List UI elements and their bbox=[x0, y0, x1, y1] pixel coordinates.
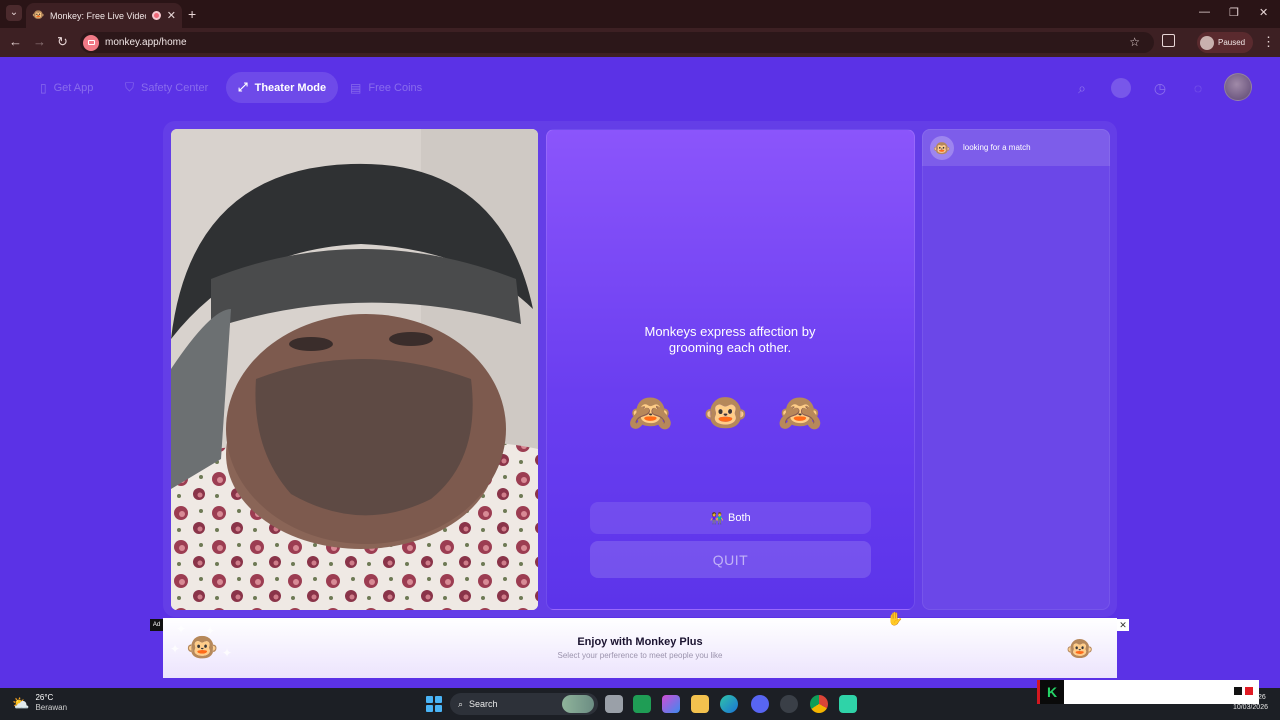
clock-time: 26 bbox=[1258, 694, 1266, 701]
task-view-icon[interactable] bbox=[605, 695, 623, 713]
nav-safety-center[interactable]: ⛉ Safety Center bbox=[113, 72, 220, 103]
tab-search-menu-icon[interactable]: ⌄ bbox=[6, 5, 22, 21]
nav-free-coins[interactable]: ▤ Free Coins bbox=[338, 72, 434, 103]
excel-icon[interactable] bbox=[633, 695, 651, 713]
nav-label: Get App bbox=[53, 81, 94, 94]
nav-label: Theater Mode bbox=[254, 81, 327, 94]
history-icon[interactable]: ◷ bbox=[1150, 78, 1170, 98]
search-highlight-image bbox=[562, 695, 594, 713]
chrome-icon[interactable] bbox=[810, 695, 828, 713]
gender-filter-button[interactable]: 👫 Both bbox=[590, 502, 871, 534]
kebab-menu-icon[interactable]: ⋮ bbox=[1262, 34, 1275, 50]
clock-date[interactable]: 10/03/2026 bbox=[1224, 704, 1268, 711]
minimize-icon[interactable]: — bbox=[1199, 6, 1210, 18]
quit-button[interactable]: QUIT bbox=[590, 541, 871, 578]
coin-icon[interactable] bbox=[1111, 78, 1131, 98]
windows-start-icon[interactable] bbox=[426, 696, 442, 712]
weather-desc: Berawan bbox=[35, 703, 68, 712]
obs-icon[interactable] bbox=[780, 695, 798, 713]
match-status-row: 🐵 looking for a match bbox=[922, 129, 1110, 166]
nav-label: Safety Center bbox=[141, 81, 209, 94]
search-icon[interactable]: ⌕ bbox=[1072, 78, 1092, 98]
overlay-square-icon bbox=[1245, 687, 1253, 695]
reload-icon[interactable]: ↻ bbox=[57, 34, 68, 50]
monkey-emojis: 🙈 🐵 🙈 bbox=[628, 392, 833, 433]
shield-icon: ⛉ bbox=[125, 80, 135, 94]
edge-icon[interactable] bbox=[720, 695, 738, 713]
user-avatar[interactable] bbox=[1224, 73, 1252, 101]
profile-avatar bbox=[1200, 35, 1214, 50]
tab-close-icon[interactable]: ✕ bbox=[167, 9, 176, 22]
back-arrow-icon[interactable]: ← bbox=[9, 34, 22, 49]
ad-close-button[interactable]: ✕ bbox=[1117, 619, 1129, 631]
search-icon: ⌕ bbox=[458, 698, 464, 709]
phone-icon: ▯ bbox=[40, 80, 47, 95]
ad-subtitle: Select your perference to meet people yo… bbox=[557, 651, 723, 660]
restore-icon[interactable]: ❐ bbox=[1229, 6, 1239, 19]
local-video-feed bbox=[171, 129, 538, 610]
forward-arrow-icon[interactable]: → bbox=[33, 34, 46, 49]
gender-filter-label: Both bbox=[728, 512, 751, 524]
kick-logo-icon[interactable]: K bbox=[1040, 680, 1064, 704]
match-status-text: looking for a match bbox=[963, 143, 1031, 152]
star-icon[interactable]: ☆ bbox=[1129, 35, 1140, 49]
taskbar-search[interactable]: ⌕ Search bbox=[450, 693, 598, 715]
recording-indicator-icon bbox=[151, 11, 161, 20]
monkey-avatar-icon: 🐵 bbox=[930, 135, 954, 160]
microsoft-365-icon[interactable] bbox=[662, 695, 680, 713]
video-frame-image bbox=[171, 129, 538, 610]
monkey-sparkle-icon: 🐵 bbox=[1066, 636, 1094, 661]
overlay-square-icon bbox=[1234, 687, 1242, 695]
ad-title: Enjoy with Monkey Plus bbox=[577, 636, 703, 648]
monkey-fact: Monkeys express affection by grooming ea… bbox=[644, 324, 816, 355]
expand-icon: ⤢ bbox=[238, 80, 248, 94]
overlay-panel bbox=[1037, 680, 1259, 704]
nav-get-app[interactable]: ▯ Get App bbox=[28, 72, 105, 103]
ad-label: Ad bbox=[150, 619, 163, 631]
hand-cursor-icon: ✋ bbox=[887, 611, 904, 626]
profile-paused-button[interactable]: Paused bbox=[1197, 32, 1254, 53]
close-window-icon[interactable]: ✕ bbox=[1259, 6, 1268, 19]
camera-site-icon[interactable] bbox=[83, 34, 99, 51]
url-text: monkey.app/home bbox=[105, 37, 187, 48]
app-icon[interactable] bbox=[839, 695, 857, 713]
weather-temp: 26°C bbox=[35, 693, 54, 702]
nav-label: Free Coins bbox=[368, 81, 423, 94]
chat-icon[interactable]: ◌ bbox=[1188, 78, 1208, 98]
profile-status-label: Paused bbox=[1218, 38, 1246, 47]
new-tab-button[interactable]: + bbox=[188, 6, 196, 22]
tab-title: Monkey: Free Live Video Ch bbox=[50, 10, 146, 21]
chat-panel bbox=[922, 129, 1110, 610]
monkey-favicon-icon: 🐵 bbox=[32, 9, 45, 21]
extensions-icon[interactable] bbox=[1162, 34, 1175, 47]
coins-icon: ▤ bbox=[350, 80, 362, 95]
cloudy-weather-icon: ⛅ bbox=[12, 694, 30, 711]
weather-widget[interactable]: ⛅ 26°C Berawan bbox=[12, 693, 67, 713]
browser-tab-bar: ⌄ 🐵 Monkey: Free Live Video Ch ✕ + — ❐ ✕ bbox=[0, 0, 1280, 28]
discord-icon[interactable] bbox=[751, 695, 769, 713]
taskbar-search-label: Search bbox=[469, 699, 498, 709]
url-field[interactable]: monkey.app/home ☆ bbox=[80, 32, 1154, 53]
matching-panel: 🙈 🐵 🙈 bbox=[546, 129, 915, 610]
couple-icon: 👫 bbox=[710, 512, 725, 525]
ad-banner[interactable] bbox=[163, 618, 1117, 678]
browser-tab[interactable]: 🐵 Monkey: Free Live Video Ch ✕ bbox=[26, 3, 182, 28]
nav-theater-mode[interactable]: ⤢ Theater Mode bbox=[226, 72, 339, 103]
address-bar-row: ← → ↻ monkey.app/home ☆ Paused ⋮ bbox=[0, 28, 1280, 57]
sparkle-icon: ✦ bbox=[176, 622, 187, 636]
file-explorer-icon[interactable] bbox=[691, 695, 709, 713]
